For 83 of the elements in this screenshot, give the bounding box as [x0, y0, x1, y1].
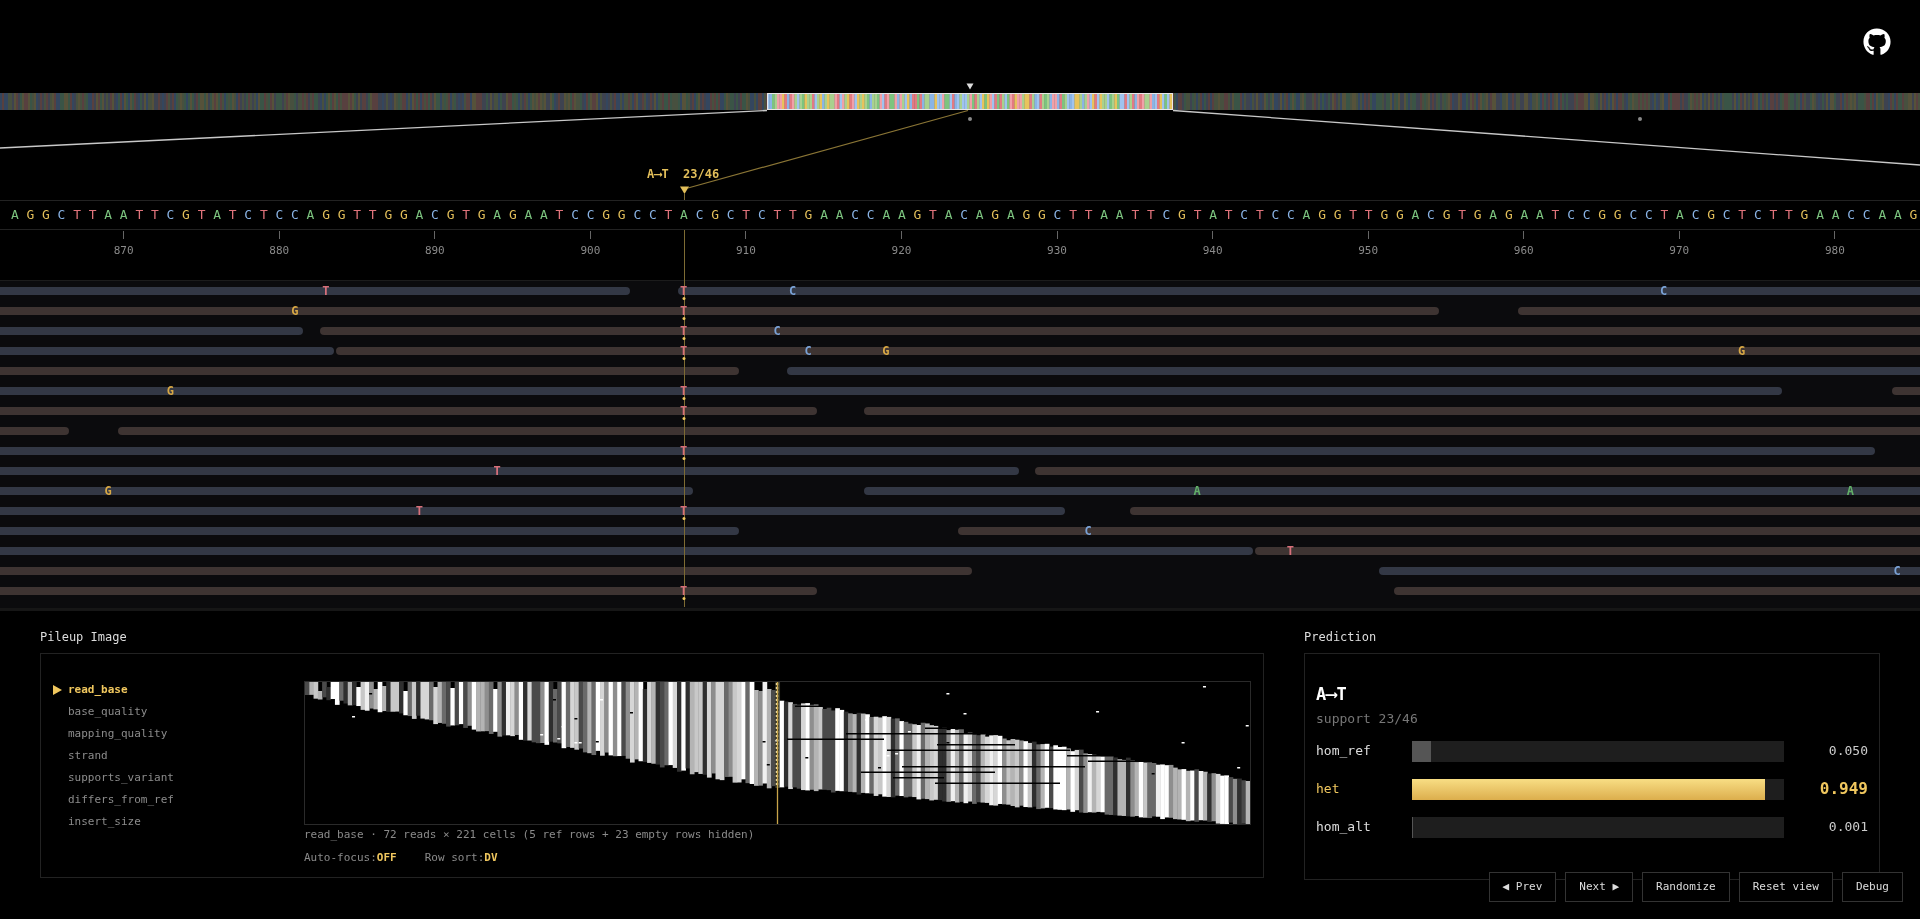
ruler-label: 910 [736, 244, 756, 258]
tick-mark [589, 231, 591, 239]
ruler-label: 870 [113, 244, 134, 258]
mismatch-base: T [680, 304, 688, 318]
mismatch-base: C [804, 344, 812, 358]
mismatch-base: G [1737, 344, 1746, 358]
mismatch-base: T [415, 504, 423, 518]
ruler-label: 980 [1824, 244, 1845, 258]
ruler-label: 930 [1047, 244, 1067, 258]
channel-item[interactable]: base_quality [53, 701, 148, 723]
mismatch-base: T [493, 464, 501, 478]
mismatch-base: T [680, 404, 688, 418]
toggle-button[interactable]: Auto-focus:OFF [304, 851, 397, 865]
channel-item[interactable]: differs_from_ref [53, 789, 174, 811]
mismatch-base: T [680, 584, 688, 598]
mismatch-base: T [680, 284, 688, 298]
tick-mark [278, 231, 280, 239]
mismatch-base: G [166, 384, 174, 398]
tick-mark [1834, 231, 1836, 239]
mismatch-base: G [882, 344, 890, 358]
position-dot-icon [1638, 117, 1642, 121]
tick-mark [1367, 231, 1369, 239]
mismatch-base: T [680, 344, 688, 358]
toggle-button[interactable]: Row sort:DV [424, 851, 498, 865]
selected-triangle-icon [53, 685, 62, 695]
channel-item[interactable]: insert_size [53, 811, 141, 833]
mismatch-base: C [1660, 284, 1668, 298]
ruler-label: 970 [1669, 244, 1690, 258]
tick-mark [1523, 231, 1525, 239]
probability-value: 0.949 [1819, 778, 1868, 800]
mismatch-base: C [789, 284, 797, 298]
ruler-label: 920 [891, 244, 912, 258]
mismatch-base: T [680, 324, 688, 338]
mismatch-base: T [680, 384, 688, 398]
toolbar-button[interactable]: Debug [1841, 872, 1903, 902]
toolbar-button[interactable]: Reset view [1738, 872, 1833, 902]
class-label: hom_alt [1316, 818, 1371, 837]
ruler-label: 880 [269, 244, 290, 258]
mismatch-base: A [1193, 484, 1201, 498]
tick-mark [901, 231, 902, 239]
mismatch-base: C [1893, 564, 1901, 578]
class-label: het [1316, 780, 1340, 799]
probability-value: 0.050 [1828, 742, 1868, 761]
channel-item[interactable]: strand [53, 745, 108, 767]
reference-sequence: A G G C T T A A T T C G T A T C T C C A G G T T G G A C G T G A G A A T C C G G C C T A C G C T C T T G A A C C A A G T A C A G A G G C T T A A T T C G T A T C T C C A G G T T G G A C G T G A G A A T C C G G C C T A C G C T C T T G A A C C A A G [10, 207, 1918, 223]
tick-mark [1056, 231, 1058, 239]
channel-item[interactable]: mapping_quality [53, 723, 168, 745]
position-dot-icon [968, 117, 972, 121]
viewport-marker-icon [966, 83, 974, 90]
channel-item[interactable]: read_base [53, 679, 128, 701]
section-title: Pileup Image [40, 629, 127, 646]
ruler-label: 890 [424, 244, 445, 258]
toolbar-button[interactable]: Randomize [1642, 872, 1730, 902]
mismatch-base: G [291, 304, 299, 318]
support-count: support 23/46 [1316, 711, 1418, 727]
channel-item[interactable]: supports_variant [53, 767, 174, 789]
mismatch-base: T [680, 504, 688, 518]
ruler-label: 900 [580, 244, 601, 258]
mismatch-base: C [773, 324, 781, 338]
class-label: hom_ref [1316, 742, 1371, 761]
variant-label: A⟶T 23/46 [647, 166, 720, 182]
variant-marker-icon [680, 186, 689, 200]
ruler-label: 960 [1513, 244, 1534, 258]
mismatch-base: A [1846, 484, 1854, 498]
tick-mark [1212, 231, 1214, 239]
toolbar-button[interactable]: Next ▶ [1565, 872, 1634, 902]
pileup-caption: read_base · 72 reads × 221 cells (5 ref rows + 23 empty rows hidden) [304, 828, 755, 842]
predicted-variant: A⟶T [1316, 684, 1347, 704]
probability-value: 0.001 [1828, 818, 1868, 837]
tick-mark [1678, 231, 1680, 239]
mismatch-base: T [680, 444, 688, 458]
ruler-label: 950 [1358, 244, 1379, 258]
ruler-label: 940 [1202, 244, 1223, 258]
github-logo-icon[interactable] [1863, 28, 1891, 56]
mismatch-base: C [1084, 524, 1092, 538]
section-title: Prediction [1304, 629, 1377, 646]
tick-mark [123, 231, 125, 239]
mismatch-base: T [1286, 544, 1294, 558]
toolbar-button[interactable]: ◀ Prev [1488, 872, 1557, 902]
mismatch-base: G [104, 484, 112, 498]
tick-mark [434, 231, 436, 239]
mismatch-base: T [322, 284, 330, 298]
tick-mark [745, 231, 747, 239]
